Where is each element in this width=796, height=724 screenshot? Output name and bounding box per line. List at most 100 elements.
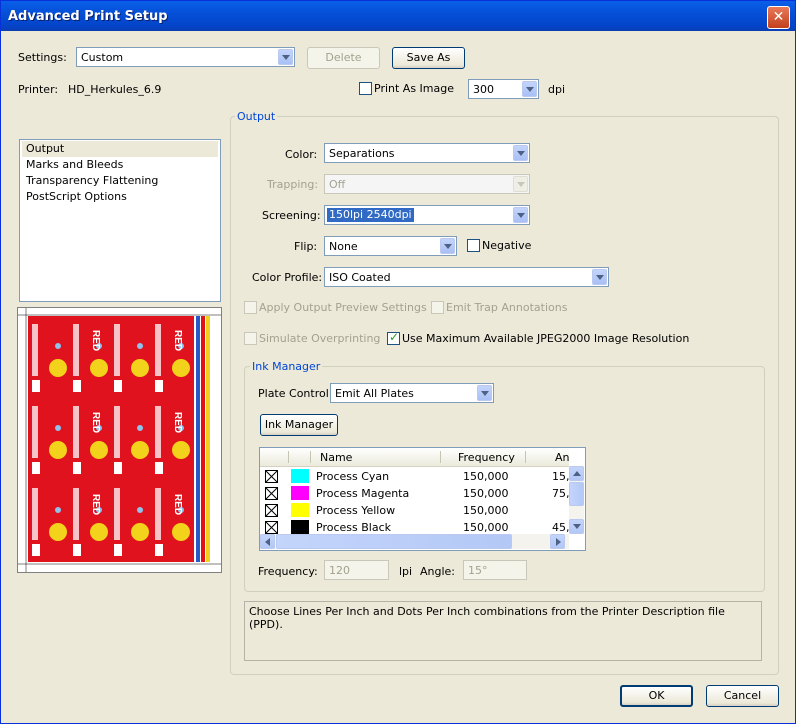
chevron-down-icon [522, 81, 537, 97]
ink-name: Process Yellow [316, 504, 396, 517]
nav-item-postscript-options[interactable]: PostScript Options [22, 189, 218, 205]
color-label: Color: [285, 148, 318, 161]
scroll-thumb[interactable] [569, 482, 584, 506]
ok-button-label: OK [648, 689, 665, 702]
ink-table-horizontal-scrollbar[interactable] [260, 534, 569, 549]
preview-brand-text: RED [172, 494, 183, 515]
negative-label: Negative [482, 239, 532, 252]
flip-dropdown[interactable]: None [324, 236, 457, 256]
chevron-down-icon [513, 145, 528, 161]
print-as-image-checkbox[interactable] [359, 82, 372, 95]
ink-table: Name Frequency An Process Cyan 150,000 1… [259, 447, 586, 551]
screening-value: 150lpi 2540dpi [327, 208, 414, 222]
column-header-frequency[interactable]: Frequency [458, 451, 515, 464]
ink-table-vertical-scrollbar[interactable] [569, 466, 584, 534]
column-separator [440, 451, 441, 463]
category-list: Output Marks and Bleeds Transparency Fla… [19, 139, 221, 302]
printer-label: Printer: [18, 83, 59, 96]
color-value: Separations [329, 147, 395, 160]
title-bar[interactable]: Advanced Print Setup ✕ [1, 1, 795, 31]
negative-checkbox[interactable] [467, 239, 480, 252]
scroll-left-icon[interactable] [260, 534, 275, 549]
description-box: Choose Lines Per Inch and Dots Per Inch … [244, 601, 762, 661]
frequency-input[interactable]: 120 [324, 560, 389, 580]
nav-item-output[interactable]: Output [22, 141, 218, 157]
column-separator [310, 451, 311, 463]
ink-name: Process Cyan [316, 470, 390, 483]
frequency-label: Frequency: [258, 565, 318, 578]
print-plate-toggle[interactable] [265, 470, 278, 483]
dialog-title: Advanced Print Setup [8, 9, 168, 24]
column-header-name[interactable]: Name [320, 451, 352, 464]
simulate-overprinting-checkbox[interactable] [244, 332, 257, 345]
preview-page-grid: RED RED RED RED RED RED [28, 316, 194, 562]
print-plate-toggle[interactable] [265, 487, 278, 500]
close-button[interactable]: ✕ [767, 6, 790, 29]
print-plate-toggle[interactable] [265, 504, 278, 517]
preview-brand-text: RED [90, 494, 101, 515]
preview-brand-text: RED [172, 412, 183, 433]
checkmark-icon: ✓ [389, 330, 400, 344]
scroll-thumb[interactable] [276, 534, 512, 549]
color-dropdown[interactable]: Separations [324, 143, 530, 163]
column-separator [525, 451, 526, 463]
close-icon: ✕ [772, 9, 785, 25]
cancel-button[interactable]: Cancel [706, 685, 779, 707]
simulate-overprinting-label: Simulate Overprinting [259, 332, 381, 345]
ok-button[interactable]: OK [620, 685, 693, 707]
color-profile-label: Color Profile: [252, 271, 323, 284]
preview-brand-text: RED [90, 412, 101, 433]
ink-name: Process Magenta [316, 487, 410, 500]
scroll-down-icon[interactable] [569, 519, 584, 534]
chevron-down-icon [440, 238, 455, 254]
ink-swatch [291, 469, 309, 483]
flip-value: None [329, 240, 358, 253]
dpi-dropdown[interactable]: 300 [468, 79, 539, 99]
trapping-dropdown[interactable]: Off [324, 174, 530, 194]
column-separator [288, 451, 289, 463]
chevron-down-icon [477, 385, 492, 401]
ink-frequency: 150,000 [463, 521, 509, 534]
nav-item-transparency-flattening[interactable]: Transparency Flattening [22, 173, 218, 189]
settings-dropdown[interactable]: Custom [76, 47, 295, 67]
ink-row[interactable]: Process Magenta 150,000 75, [260, 485, 570, 502]
preview-image: RED RED RED RED RED RED [18, 308, 221, 572]
dpi-unit: dpi [548, 83, 566, 96]
plate-control-dropdown[interactable]: Emit All Plates [330, 383, 494, 403]
output-group-title: Output [235, 110, 278, 123]
dpi-value: 300 [473, 83, 494, 96]
scroll-up-icon[interactable] [569, 466, 584, 481]
ink-manager-group-title: Ink Manager [250, 360, 323, 373]
ink-swatch [291, 486, 309, 500]
ink-manager-button[interactable]: Ink Manager [260, 414, 338, 436]
save-as-button-label: Save As [406, 51, 451, 64]
flip-label: Flip: [294, 240, 318, 253]
emit-trap-annotations-checkbox[interactable] [431, 301, 444, 314]
delete-button[interactable]: Delete [307, 47, 380, 69]
ink-row[interactable]: Process Cyan 150,000 15, [260, 468, 570, 485]
ink-manager-button-label: Ink Manager [264, 418, 334, 431]
scroll-right-icon[interactable] [550, 534, 565, 549]
screening-dropdown[interactable]: 150lpi 2540dpi [324, 205, 530, 225]
save-as-button[interactable]: Save As [392, 47, 465, 69]
plate-control-value: Emit All Plates [335, 387, 414, 400]
ink-row[interactable]: Process Yellow 150,000 [260, 502, 569, 519]
ink-swatch [291, 503, 309, 517]
ink-name: Process Black [316, 521, 391, 534]
chevron-down-icon [278, 49, 293, 65]
color-profile-dropdown[interactable]: ISO Coated [324, 267, 609, 287]
angle-input[interactable]: 15° [463, 560, 527, 580]
settings-value: Custom [81, 51, 124, 64]
ink-swatch [291, 520, 309, 534]
chevron-down-icon [513, 176, 528, 192]
column-header-angle[interactable]: An [555, 451, 570, 464]
trapping-label: Trapping: [267, 178, 319, 191]
ink-angle: 45, [552, 521, 570, 534]
chevron-down-icon [513, 207, 528, 223]
plate-control-label: Plate Control [258, 387, 329, 400]
nav-item-marks-and-bleeds[interactable]: Marks and Bleeds [22, 157, 218, 173]
apply-output-preview-label: Apply Output Preview Settings [259, 301, 427, 314]
print-plate-toggle[interactable] [265, 521, 278, 534]
use-max-jpeg2000-checkbox[interactable]: ✓ [387, 330, 400, 345]
apply-output-preview-checkbox[interactable] [244, 301, 257, 314]
